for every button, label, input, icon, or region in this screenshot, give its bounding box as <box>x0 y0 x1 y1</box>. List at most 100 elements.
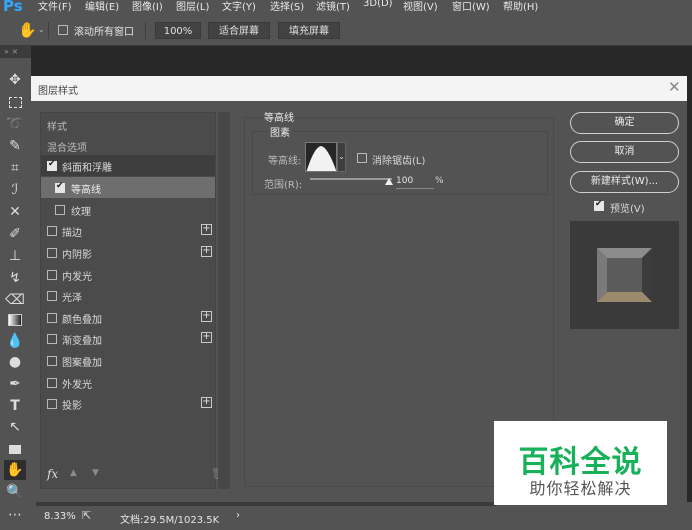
style-item-outer-glow[interactable]: 外发光 <box>41 372 215 393</box>
menu-3d[interactable]: 3D(D) <box>363 0 393 9</box>
zoom-100-button[interactable]: 100% <box>155 22 201 39</box>
menu-edit[interactable]: 编辑(E) <box>85 0 119 13</box>
path-select-icon[interactable]: ↖ <box>4 417 26 437</box>
new-style-button[interactable]: 新建样式(W)... <box>570 171 679 193</box>
style-item-bevel-emboss[interactable]: 斜面和浮雕 <box>41 155 215 176</box>
ok-button[interactable]: 确定 <box>570 112 679 134</box>
checkbox[interactable] <box>47 248 57 258</box>
checkbox[interactable] <box>47 356 57 366</box>
style-item-label: 外发光 <box>62 380 92 391</box>
chevron-down-icon[interactable]: ⌄ <box>337 142 346 172</box>
menu-layer[interactable]: 图层(L) <box>176 0 209 13</box>
bevel-preview-graphic <box>597 248 652 302</box>
add-icon[interactable]: + <box>201 246 212 257</box>
range-unit: % <box>435 176 444 186</box>
crop-icon[interactable]: ⌗ <box>4 158 26 178</box>
more-icon[interactable]: ⋯ <box>4 505 26 525</box>
close-icon[interactable]: ✕ <box>668 78 681 96</box>
style-list-scrollbar[interactable] <box>218 112 230 489</box>
styles-header: 样式 <box>47 122 67 133</box>
brush-icon[interactable]: ✐ <box>4 224 26 244</box>
checkbox[interactable] <box>47 399 57 409</box>
style-item-gradient-overlay[interactable]: 渐变叠加 + <box>41 328 215 349</box>
history-brush-icon[interactable]: ↯ <box>4 268 26 288</box>
hand-icon[interactable]: ✋ <box>4 460 26 480</box>
style-item-pattern-overlay[interactable]: 图案叠加 <box>41 350 215 371</box>
checkbox[interactable] <box>47 291 57 301</box>
tool-preset-chevron-icon[interactable]: ⌄ <box>38 25 45 34</box>
preview-checkbox[interactable] <box>594 199 604 211</box>
blur-icon[interactable]: 💧 <box>4 331 26 351</box>
checkbox[interactable] <box>47 159 57 171</box>
quick-select-icon[interactable]: ✎ <box>4 136 26 156</box>
checkbox[interactable] <box>47 378 57 388</box>
eraser-icon[interactable]: ⌫ <box>4 290 26 310</box>
style-item-texture[interactable]: 纹理 <box>41 199 215 220</box>
menu-view[interactable]: 视图(V) <box>403 0 438 13</box>
move-up-icon[interactable]: ▲ <box>70 468 77 478</box>
share-icon[interactable]: ⇱ <box>82 509 91 522</box>
checkbox[interactable] <box>55 205 65 215</box>
menu-type[interactable]: 文字(Y) <box>222 0 256 13</box>
menu-select[interactable]: 选择(S) <box>270 0 304 13</box>
status-zoom[interactable]: 8.33% <box>44 511 76 522</box>
move-down-icon[interactable]: ▼ <box>92 468 99 478</box>
add-icon[interactable]: + <box>201 224 212 235</box>
gradient-icon[interactable] <box>4 310 26 330</box>
antialias-checkbox[interactable] <box>357 153 367 163</box>
antialias-label: 消除锯齿(L) <box>372 156 426 167</box>
eyedropper-icon[interactable]: ℐ <box>4 180 26 200</box>
dialog-titlebar[interactable] <box>31 76 687 101</box>
menu-window[interactable]: 窗口(W) <box>452 0 490 13</box>
cancel-button[interactable]: 取消 <box>570 141 679 163</box>
move-icon[interactable]: ✥ <box>4 70 26 90</box>
range-slider[interactable] <box>310 178 392 180</box>
style-item-label: 颜色叠加 <box>62 315 102 326</box>
checkbox[interactable] <box>47 226 57 236</box>
menu-file[interactable]: 文件(F) <box>38 0 72 13</box>
preview-label: 预览(V) <box>610 204 645 215</box>
style-item-satin[interactable]: 光泽 <box>41 285 215 306</box>
add-icon[interactable]: + <box>201 332 212 343</box>
range-input[interactable]: 100 <box>396 176 434 189</box>
healing-icon[interactable]: ✕ <box>4 202 26 222</box>
style-item-inner-glow[interactable]: 内发光 <box>41 264 215 285</box>
add-icon[interactable]: + <box>201 397 212 408</box>
toolbox-header[interactable]: » × <box>0 46 31 58</box>
range-slider-handle[interactable] <box>385 178 393 185</box>
checkbox[interactable] <box>55 181 65 193</box>
style-item-contour[interactable]: 等高线 <box>41 177 215 198</box>
zoom-icon[interactable]: 🔍 <box>4 482 26 502</box>
rectangle-icon[interactable] <box>4 439 26 459</box>
style-preview <box>570 221 679 329</box>
menu-help[interactable]: 帮助(H) <box>503 0 538 13</box>
style-item-drop-shadow[interactable]: 投影 + <box>41 393 215 414</box>
add-icon[interactable]: + <box>201 311 212 322</box>
style-item-color-overlay[interactable]: 颜色叠加 + <box>41 307 215 328</box>
fill-screen-button[interactable]: 填充屏幕 <box>278 22 340 39</box>
scroll-all-windows-checkbox[interactable] <box>58 25 68 35</box>
type-icon[interactable]: T <box>4 396 26 416</box>
stamp-icon[interactable]: ⊥ <box>4 246 26 266</box>
menu-filter[interactable]: 滤镜(T) <box>316 0 350 13</box>
checkbox[interactable] <box>47 313 57 323</box>
style-item-label: 内阴影 <box>62 250 92 261</box>
fx-button[interactable]: fx <box>47 467 58 481</box>
status-doc-size: 文档:29.5M/1023.5K <box>120 515 220 526</box>
menu-image[interactable]: 图像(I) <box>132 0 163 13</box>
hand-tool-icon[interactable]: ✋ <box>18 22 37 39</box>
blend-options-item[interactable]: 混合选项 <box>47 139 87 154</box>
fit-screen-button[interactable]: 适合屏幕 <box>208 22 270 39</box>
style-item-label: 渐变叠加 <box>62 336 102 347</box>
marquee-icon[interactable] <box>4 92 26 112</box>
checkbox[interactable] <box>47 270 57 280</box>
style-item-inner-shadow[interactable]: 内阴影 + <box>41 242 215 263</box>
status-menu-arrow[interactable]: › <box>236 510 240 521</box>
range-label: 范围(R): <box>264 180 303 191</box>
contour-preview[interactable] <box>305 142 337 172</box>
dodge-icon[interactable]: ● <box>4 352 26 372</box>
lasso-icon[interactable]: ➰ <box>4 114 26 134</box>
style-item-stroke[interactable]: 描边 + <box>41 220 215 241</box>
pen-icon[interactable]: ✒ <box>4 374 26 394</box>
checkbox[interactable] <box>47 334 57 344</box>
